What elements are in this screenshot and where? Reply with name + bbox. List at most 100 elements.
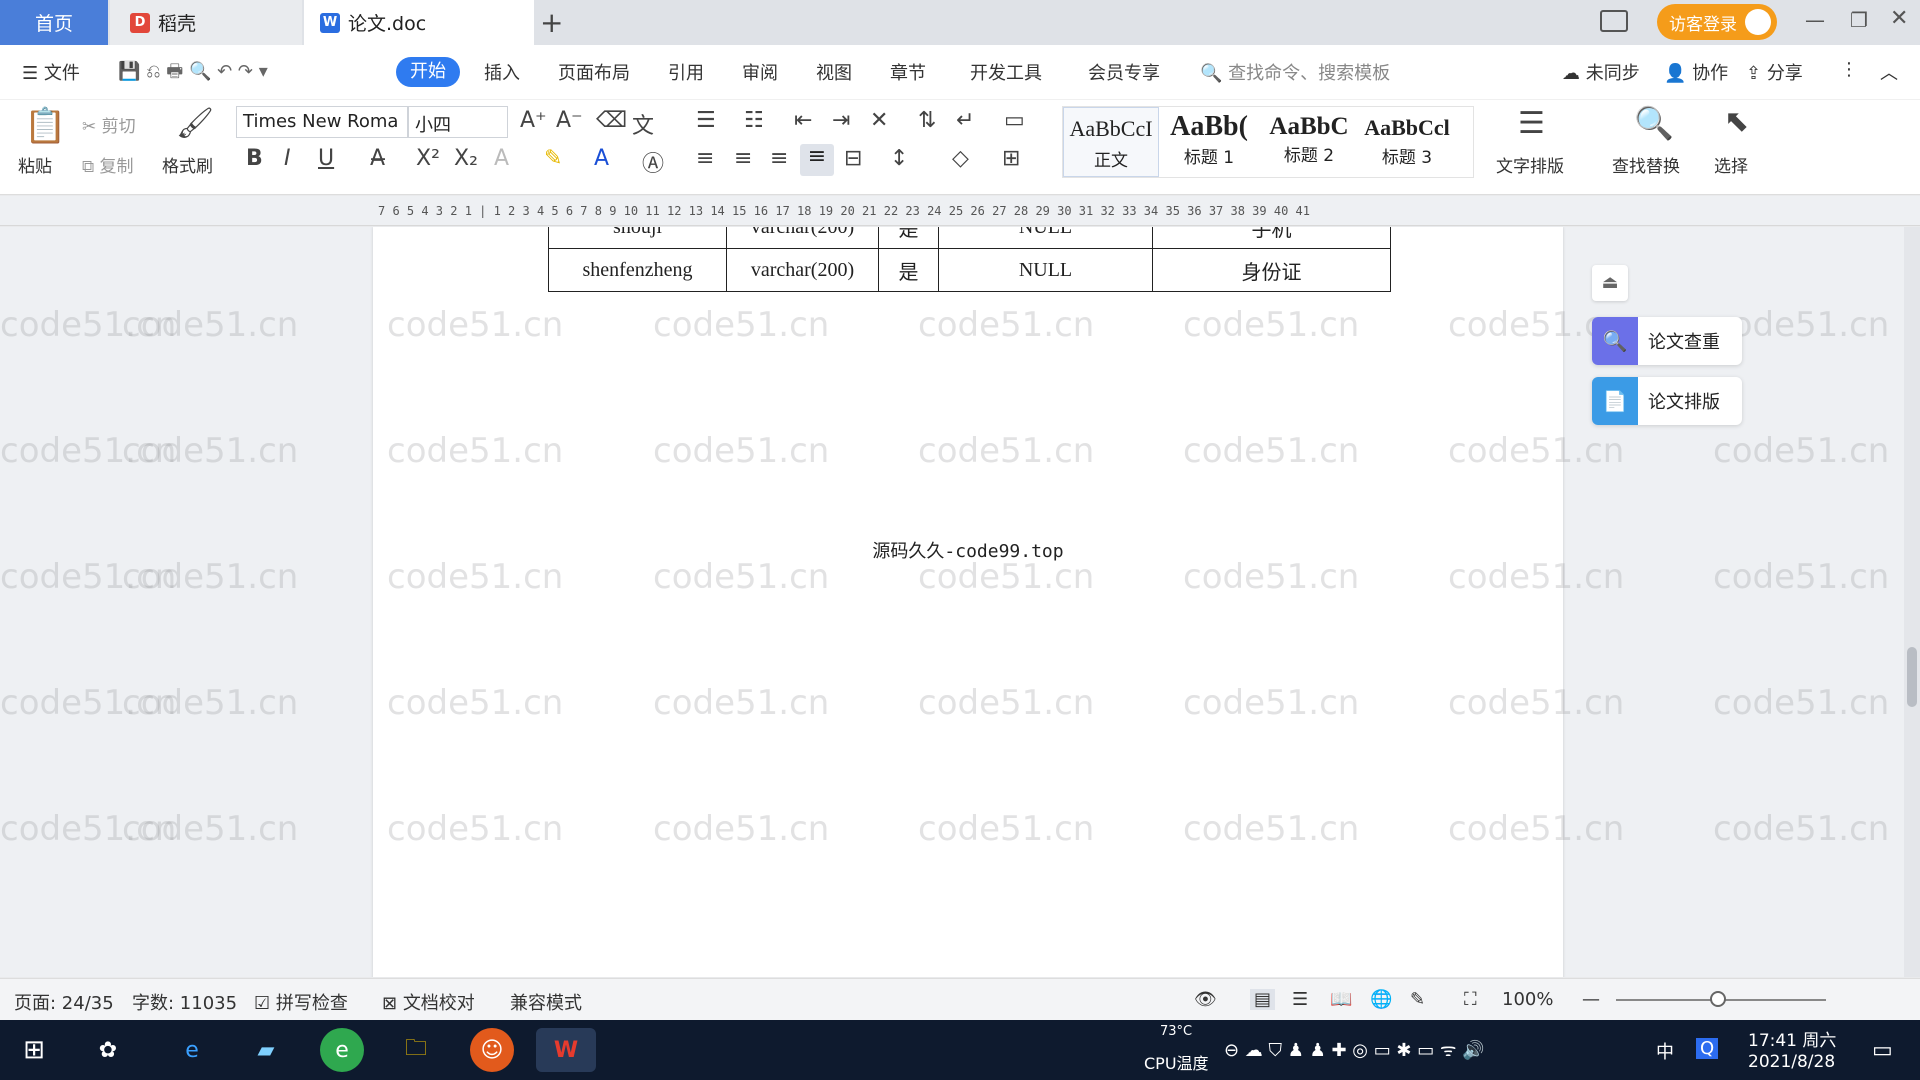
collapse-panel-icon[interactable]: ⏏: [1592, 265, 1628, 301]
borders-icon[interactable]: ⊞: [1002, 146, 1020, 171]
tab-view[interactable]: 视图: [816, 59, 852, 85]
page-indicator[interactable]: 页面: 24/35: [14, 989, 114, 1015]
text-effect-icon[interactable]: A: [494, 146, 509, 171]
minimize-icon[interactable]: —: [1805, 8, 1825, 32]
tab-review[interactable]: 审阅: [742, 59, 778, 85]
style-heading-1[interactable]: AaBb( 标题 1: [1159, 107, 1259, 177]
tab-page-layout[interactable]: 页面布局: [558, 59, 630, 85]
phonetic-icon[interactable]: 文: [632, 108, 654, 140]
pen-icon[interactable]: ✎: [1410, 989, 1425, 1010]
numbered-list-icon[interactable]: ☷: [744, 108, 764, 133]
bold-icon[interactable]: B: [246, 146, 263, 171]
clock-date[interactable]: 2021/8/28: [1748, 1052, 1835, 1072]
text-layout-button[interactable]: 文字排版: [1496, 152, 1564, 177]
clear-format-icon[interactable]: ⌫: [596, 108, 627, 133]
web-view-icon[interactable]: 🌐: [1370, 989, 1392, 1010]
format-painter-button[interactable]: 格式刷: [162, 152, 213, 177]
window-layout-icon[interactable]: [1600, 10, 1628, 32]
horizontal-ruler[interactable]: 7 6 5 4 3 2 1 | 1 2 3 4 5 6 7 8 9 10 11 …: [0, 196, 1920, 226]
subscript-icon[interactable]: X₂: [454, 146, 478, 171]
superscript-icon[interactable]: X²: [416, 146, 440, 171]
style-normal[interactable]: AaBbCcI 正文: [1063, 107, 1159, 177]
table-tabs-icon[interactable]: ▭: [1004, 108, 1025, 133]
char-border-icon[interactable]: Ⓐ: [642, 146, 664, 178]
doc-proof-button[interactable]: ⊠ 文档校对: [382, 989, 475, 1015]
select-pointer-icon[interactable]: ⬉: [1724, 104, 1749, 139]
highlight-icon[interactable]: ✎: [544, 146, 562, 171]
document-page[interactable]: shouji varchar(200) 是 NULL 手机 shenfenzhe…: [373, 227, 1563, 977]
zoom-level[interactable]: 100%: [1502, 989, 1553, 1010]
select-button[interactable]: 选择: [1714, 152, 1748, 177]
spell-check-button[interactable]: ☑ 拼写检查: [254, 989, 348, 1015]
font-family-select[interactable]: Times New Roma: [236, 106, 408, 138]
style-heading-2[interactable]: AaBbC 标题 2: [1259, 107, 1359, 177]
quick-access-icons[interactable]: 💾 ⎌ 🖶 🔍 ↶ ↷ ▾: [118, 59, 268, 89]
file-menu[interactable]: ☰ 文件: [22, 59, 80, 85]
collab-button[interactable]: 👤 协作: [1664, 59, 1728, 85]
more-icon[interactable]: ⋮: [1840, 59, 1858, 80]
tray-icons[interactable]: ⊖ ☁ ⛉ ♟ ♟ ✚ ◎ ▭ ✱ ▭ ᯤ 🔊: [1224, 1038, 1485, 1062]
scrollbar-thumb[interactable]: [1907, 647, 1917, 707]
clock-time[interactable]: 17:41 周六: [1748, 1026, 1836, 1051]
italic-icon[interactable]: I: [284, 146, 291, 171]
format-painter-icon[interactable]: 🖌: [176, 106, 214, 141]
sort-icon[interactable]: ⇅: [918, 108, 936, 133]
fit-page-icon[interactable]: ⛶: [1464, 989, 1477, 1010]
ime-indicator[interactable]: 中: [1656, 1038, 1674, 1064]
paste-icon[interactable]: 📋: [24, 106, 66, 146]
strikethrough-icon[interactable]: A̶: [370, 146, 385, 171]
distribute-icon[interactable]: ⊟: [844, 146, 862, 171]
page-view-icon[interactable]: ▤: [1250, 989, 1276, 1010]
eye-protection-icon[interactable]: 👁: [1194, 989, 1217, 1010]
file-explorer-icon[interactable]: 🗀: [394, 1028, 438, 1072]
show-marks-icon[interactable]: ↵: [956, 108, 974, 133]
tab-daoke[interactable]: D 稻壳: [110, 0, 302, 45]
font-size-increase-icon[interactable]: A⁺: [520, 108, 547, 133]
tab-references[interactable]: 引用: [668, 59, 704, 85]
justify-icon[interactable]: ≡: [800, 144, 834, 176]
thesis-check-button[interactable]: 🔍 论文查重: [1592, 317, 1742, 365]
reading-view-icon[interactable]: 📖: [1330, 989, 1352, 1010]
tab-insert[interactable]: 插入: [484, 59, 520, 85]
collapse-ribbon-icon[interactable]: ︿: [1880, 59, 1898, 85]
chinese-layout-icon[interactable]: ✕: [870, 108, 888, 133]
sync-button[interactable]: ☁ 未同步: [1562, 59, 1640, 85]
cut-button[interactable]: ✂ 剪切: [82, 112, 136, 137]
tab-home[interactable]: 首页: [0, 0, 108, 45]
tab-document[interactable]: W 论文.doc: [304, 0, 534, 45]
windows-start-icon[interactable]: ⊞: [12, 1028, 56, 1072]
shading-icon[interactable]: ◇: [952, 146, 969, 171]
find-replace-button[interactable]: 查找替换: [1612, 152, 1680, 177]
command-search[interactable]: 🔍 查找命令、搜索模板: [1200, 59, 1390, 85]
thesis-format-button[interactable]: 📄 论文排版: [1592, 377, 1742, 425]
zoom-out-icon[interactable]: —: [1582, 989, 1600, 1010]
tab-member[interactable]: 会员专享: [1088, 59, 1160, 85]
action-center-icon[interactable]: ▭: [1872, 1038, 1893, 1063]
word-count[interactable]: 字数: 11035: [132, 989, 237, 1015]
align-center-icon[interactable]: ≡: [734, 146, 752, 171]
font-size-select[interactable]: 小四: [408, 106, 508, 138]
outdent-icon[interactable]: ⇤: [794, 108, 812, 133]
restore-icon[interactable]: ❐: [1850, 8, 1868, 32]
bullet-list-icon[interactable]: ☰: [696, 108, 716, 133]
font-size-decrease-icon[interactable]: A⁻: [556, 108, 583, 133]
paste-button[interactable]: 粘贴: [18, 152, 52, 177]
text-layout-icon[interactable]: ☰: [1518, 106, 1545, 141]
line-spacing-icon[interactable]: ↕: [890, 146, 908, 171]
qq-tray-icon[interactable]: Q: [1696, 1038, 1719, 1059]
find-replace-icon[interactable]: 🔍: [1634, 104, 1674, 142]
wps-taskbar-icon[interactable]: W: [536, 1028, 596, 1072]
pinwheel-app-icon[interactable]: ✿: [86, 1028, 130, 1072]
share-button[interactable]: ⇪ 分享: [1746, 59, 1803, 85]
tab-developer[interactable]: 开发工具: [970, 59, 1042, 85]
indent-icon[interactable]: ⇥: [832, 108, 850, 133]
copy-button[interactable]: ⧉ 复制: [82, 152, 134, 177]
document-canvas[interactable]: shouji varchar(200) 是 NULL 手机 shenfenzhe…: [0, 227, 1920, 977]
game-app-icon[interactable]: ☺: [470, 1028, 514, 1072]
vertical-scrollbar[interactable]: [1904, 227, 1920, 977]
tab-start[interactable]: 开始: [396, 57, 460, 87]
align-right-icon[interactable]: ≡: [770, 146, 788, 171]
underline-icon[interactable]: U: [318, 146, 334, 171]
align-left-icon[interactable]: ≡: [696, 146, 714, 171]
outline-view-icon[interactable]: ☰: [1292, 989, 1308, 1010]
